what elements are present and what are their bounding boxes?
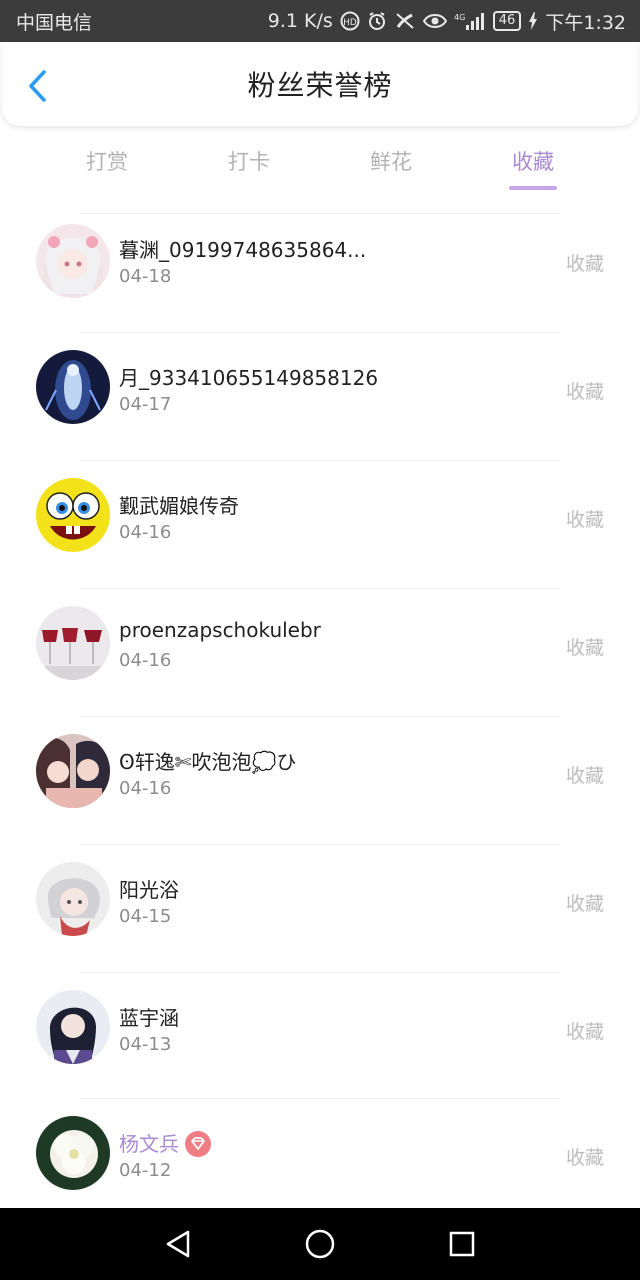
fan-name: 觐武媚娘传奇: [119, 494, 239, 518]
fan-name: proenzapschokulebr: [119, 618, 321, 642]
list-item[interactable]: 暮渊_09199748635864... 04-18 收藏: [0, 214, 640, 342]
divider: [80, 588, 560, 589]
avatar[interactable]: [36, 224, 110, 298]
fan-name: 阳光浴: [119, 878, 179, 902]
fan-date: 04-12: [119, 1160, 172, 1181]
fan-date: 04-13: [119, 1034, 172, 1055]
status-bar: 中国电信 9.1 K/s HD 4G 46 下午1:32: [0, 0, 640, 42]
list-item[interactable]: ʘ轩逸✄吹泡泡💭ひ 04-16 收藏: [0, 726, 640, 854]
home-circle-icon: [305, 1229, 335, 1259]
avatar[interactable]: [36, 350, 110, 424]
list-item[interactable]: 蓝宇涵 04-13 收藏: [0, 982, 640, 1110]
status-icons: 9.1 K/s HD 4G 46 下午1:32: [268, 8, 626, 35]
action-label: 收藏: [565, 509, 604, 531]
back-button[interactable]: [20, 66, 54, 106]
nav-recents-button[interactable]: [442, 1226, 482, 1262]
fan-date: 04-17: [119, 394, 172, 415]
diamond-icon: [191, 1136, 205, 1150]
list-item[interactable]: 觐武媚娘传奇 04-16 收藏: [0, 470, 640, 598]
no-call-icon: [394, 11, 416, 31]
alarm-icon: [367, 11, 387, 31]
anime-girl-pink-avatar-image: [36, 224, 110, 298]
anime-boy-white-hair-avatar-image: [36, 862, 110, 936]
svg-text:HD: HD: [343, 18, 357, 28]
avatar[interactable]: [36, 734, 110, 808]
network-speed: 9.1 K/s: [267, 10, 333, 32]
anime-couple-avatar-image: [36, 734, 110, 808]
fan-date: 04-15: [119, 906, 172, 927]
avatar[interactable]: [36, 862, 110, 936]
dark-blue-glow-avatar-image: [36, 350, 110, 424]
fan-date: 04-16: [119, 522, 172, 543]
action-label: 收藏: [565, 253, 604, 275]
system-nav-bar: [0, 1208, 640, 1280]
tab-flowers[interactable]: 鲜花: [331, 146, 451, 176]
fan-date: 04-16: [119, 778, 172, 799]
vip-badge: [185, 1130, 211, 1157]
svg-text:4G: 4G: [454, 13, 465, 22]
tab-favorites[interactable]: 收藏: [473, 146, 593, 176]
divider: [80, 1098, 560, 1099]
battery-level: 46: [492, 11, 522, 31]
divider: [80, 972, 560, 973]
divider: [80, 332, 560, 333]
nav-home-button[interactable]: [300, 1226, 340, 1262]
avatar[interactable]: [36, 606, 110, 680]
divider: [80, 844, 560, 845]
nav-back-button[interactable]: [158, 1226, 198, 1262]
active-tab-indicator: [509, 186, 557, 190]
action-label: 收藏: [565, 1147, 604, 1169]
fan-name: 暮渊_09199748635864...: [119, 238, 367, 262]
list-item[interactable]: proenzapschokulebr 04-16 收藏: [0, 598, 640, 726]
carrier-name: 中国电信: [16, 11, 93, 34]
recents-square-icon: [449, 1231, 475, 1257]
action-label: 收藏: [565, 381, 604, 403]
anime-man-dark-hair-avatar-image: [36, 990, 110, 1064]
list-item[interactable]: 月_933410655149858126 04-17 收藏: [0, 342, 640, 470]
avatar[interactable]: [36, 478, 110, 552]
list-item[interactable]: 阳光浴 04-15 收藏: [0, 854, 640, 982]
action-label: 收藏: [565, 893, 604, 915]
avatar[interactable]: [36, 990, 110, 1064]
fan-date: 04-18: [119, 266, 172, 287]
spongebob-avatar-image: [36, 478, 110, 552]
wine-glasses-avatar-image: [36, 606, 110, 680]
fan-name: ʘ轩逸✄吹泡泡💭ひ: [119, 750, 297, 774]
fan-name-text: 杨文兵: [119, 1132, 179, 1156]
charging-icon: [528, 12, 538, 30]
app-header: 粉丝荣誉榜: [2, 42, 638, 126]
tab-tips[interactable]: 打赏: [47, 146, 167, 176]
avatar[interactable]: [36, 1116, 110, 1190]
eye-icon: [422, 12, 447, 30]
action-label: 收藏: [565, 1021, 604, 1043]
hd-icon: HD: [340, 11, 360, 31]
fan-name: 月_933410655149858126: [119, 366, 379, 390]
back-triangle-icon: [166, 1230, 190, 1258]
divider: [80, 460, 560, 461]
clock-time: 下午1:32: [545, 11, 626, 34]
action-label: 收藏: [565, 765, 604, 787]
tab-checkin[interactable]: 打卡: [189, 146, 309, 176]
action-label: 收藏: [565, 637, 604, 659]
page-title: 粉丝荣誉榜: [247, 69, 393, 102]
fan-date: 04-16: [119, 650, 172, 671]
divider: [80, 716, 560, 717]
fan-name: 杨文兵: [119, 1128, 211, 1159]
white-flower-avatar-image: [36, 1116, 110, 1190]
fan-name: 蓝宇涵: [119, 1006, 179, 1030]
chevron-left-icon: [29, 70, 46, 102]
4g-signal-icon: 4G: [454, 11, 486, 31]
